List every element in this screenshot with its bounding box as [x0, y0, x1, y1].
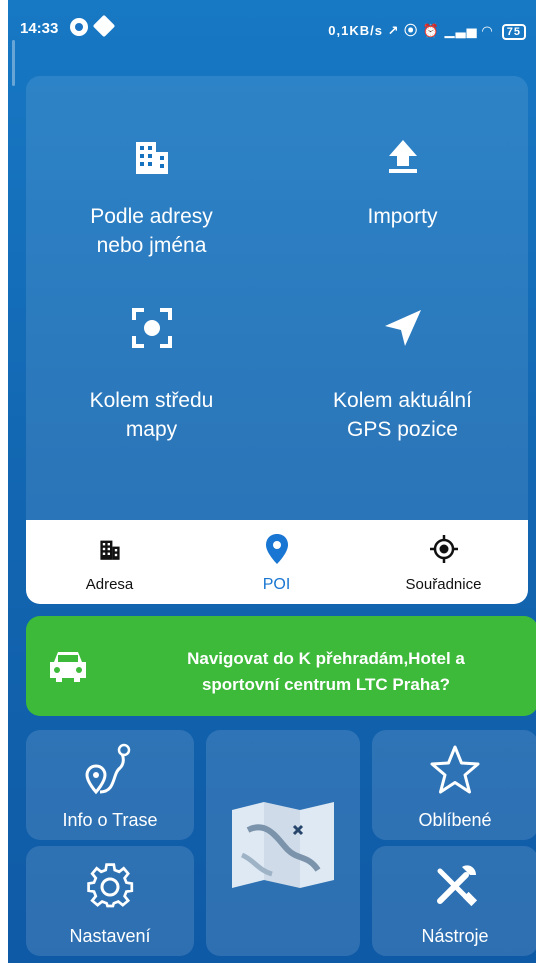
tab-label: Souřadnice [405, 576, 482, 593]
map-tile[interactable] [206, 730, 360, 956]
navigate-to-banner[interactable]: Navigovat do K přehradám,Hotel a sportov… [26, 616, 536, 716]
search-type-tabbar: Adresa POI Souřadnice [26, 520, 528, 604]
navigation-notification-icon [92, 14, 116, 38]
status-time: 14:33 [20, 20, 59, 37]
tile-label: Oblíbené [418, 810, 492, 830]
building-icon [26, 534, 193, 564]
search-options-panel: Podle adresy nebo jména Importy Kolem st… [26, 76, 528, 522]
option-label-line1: Kolem aktuální [333, 389, 472, 412]
tab-poi[interactable]: POI [193, 520, 360, 604]
tile-label: Nástroje [421, 926, 489, 946]
tab-address[interactable]: Adresa [26, 520, 193, 604]
status-bar: 14:33 0,1KB/s ↗ ⦿ ⏰ ▁▃▅ ◠ 75 [8, 0, 536, 56]
status-icons: ↗ ⦿ ⏰ ▁▃▅ ◠ [387, 23, 494, 38]
folded-map-icon [228, 800, 338, 890]
tile-label: Info o Trase [62, 810, 158, 830]
battery-icon: 75 [501, 24, 526, 40]
option-label-line2: GPS pozice [347, 418, 458, 441]
crosshair-icon [360, 534, 527, 564]
option-label: Kolem středu mapy [26, 386, 277, 444]
option-label-line2: nebo jména [96, 234, 207, 257]
tile-label: Nastavení [69, 926, 151, 946]
car-icon [46, 644, 90, 688]
tab-label: Adresa [85, 576, 134, 593]
tools-tile[interactable]: Nástroje [372, 846, 536, 956]
scroll-indicator [12, 40, 15, 86]
map-pin-icon [193, 534, 360, 564]
network-speed: 0,1KB/s [328, 23, 383, 38]
gear-icon [26, 858, 194, 914]
navigate-banner-line1: Navigovat do K přehradám,Hotel a [187, 649, 465, 668]
imports-option[interactable]: Importy [277, 116, 528, 316]
upload-icon [277, 116, 528, 196]
option-label-line2: mapy [125, 418, 178, 441]
option-label-line1: Importy [367, 205, 438, 228]
option-label: Kolem aktuální GPS pozice [277, 386, 528, 444]
around-map-center-option[interactable]: Kolem středu mapy [26, 288, 277, 488]
tools-icon [372, 858, 536, 914]
map-center-icon [26, 288, 277, 368]
battery-level: 75 [506, 26, 521, 38]
navigation-arrow-icon [277, 288, 528, 368]
option-label-line1: Kolem středu [89, 389, 214, 412]
status-indicators: 0,1KB/s ↗ ⦿ ⏰ ▁▃▅ ◠ 75 [328, 20, 526, 40]
route-info-tile[interactable]: Info o Trase [26, 730, 194, 840]
option-label: Podle adresy nebo jména [26, 202, 277, 260]
search-by-address-option[interactable]: Podle adresy nebo jména [26, 116, 277, 316]
app-notification-icon [70, 18, 88, 36]
navigate-banner-text: Navigovat do K přehradám,Hotel a sportov… [136, 646, 516, 698]
route-icon [26, 742, 194, 798]
tab-coordinates[interactable]: Souřadnice [360, 520, 527, 604]
star-icon [372, 742, 536, 798]
favorites-tile[interactable]: Oblíbené [372, 730, 536, 840]
app-screen: 14:33 0,1KB/s ↗ ⦿ ⏰ ▁▃▅ ◠ 75 Podle adres… [8, 0, 536, 963]
tab-label: POI [262, 576, 291, 593]
navigate-banner-line2: sportovní centrum LTC Praha? [201, 675, 451, 694]
building-icon [26, 116, 277, 196]
option-label-line1: Podle adresy [90, 205, 213, 228]
option-label: Importy [277, 202, 528, 231]
around-gps-position-option[interactable]: Kolem aktuální GPS pozice [277, 288, 528, 488]
settings-tile[interactable]: Nastavení [26, 846, 194, 956]
